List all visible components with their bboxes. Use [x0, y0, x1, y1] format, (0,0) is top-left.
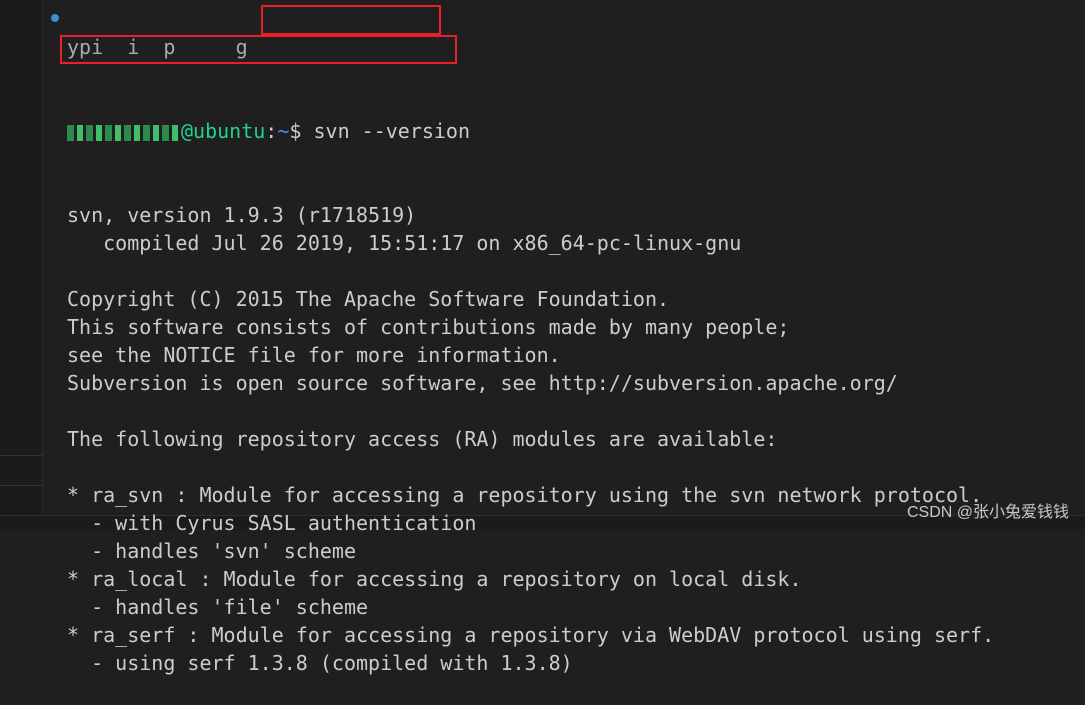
output-line: - using serf 1.3.8 (compiled with 1.3.8) [67, 651, 573, 675]
output-line: Subversion is open source software, see … [67, 371, 898, 395]
highlight-box-version [60, 35, 457, 64]
output-line: The following repository access (RA) mod… [67, 427, 778, 451]
output-line: * ra_serf : Module for accessing a repos… [67, 623, 995, 647]
output-line: svn, version 1.9.3 (r1718519) [67, 203, 417, 227]
terminal-output[interactable]: ypi i p g @ubuntu:~$ svn --version svn, … [67, 0, 994, 705]
output-line: - handles 'file' scheme [67, 595, 369, 619]
output-line: * ra_svn : Module for accessing a reposi… [67, 483, 983, 507]
gutter-divider [0, 455, 42, 456]
watermark: CSDN @张小兔爱钱钱 [906, 504, 1069, 521]
blurred-username [67, 124, 181, 141]
output-line: * ra_local : Module for accessing a repo… [67, 567, 802, 591]
output-line: see the NOTICE file for more information… [67, 343, 561, 367]
output-line: compiled Jul 26 2019, 15:51:17 on x86_64… [67, 231, 742, 255]
command-text: svn --version [313, 119, 471, 143]
prompt-path: ~ [277, 119, 290, 143]
output-line: - with Cyrus SASL authentication [67, 511, 477, 535]
prompt-host: @ubuntu [181, 119, 266, 143]
command-decoration-icon[interactable] [51, 14, 59, 22]
output-line: This software consists of contributions … [67, 315, 790, 339]
prompt-line: @ubuntu:~$ svn --version [67, 117, 994, 145]
highlight-box-command [261, 5, 441, 35]
prompt-sep: : [265, 119, 278, 143]
output-line: Copyright (C) 2015 The Apache Software F… [67, 287, 670, 311]
output-line: - handles 'svn' scheme [67, 539, 356, 563]
gutter-divider [0, 485, 42, 486]
terminal-gutter [0, 0, 43, 515]
prompt-symbol: $ [289, 119, 314, 143]
